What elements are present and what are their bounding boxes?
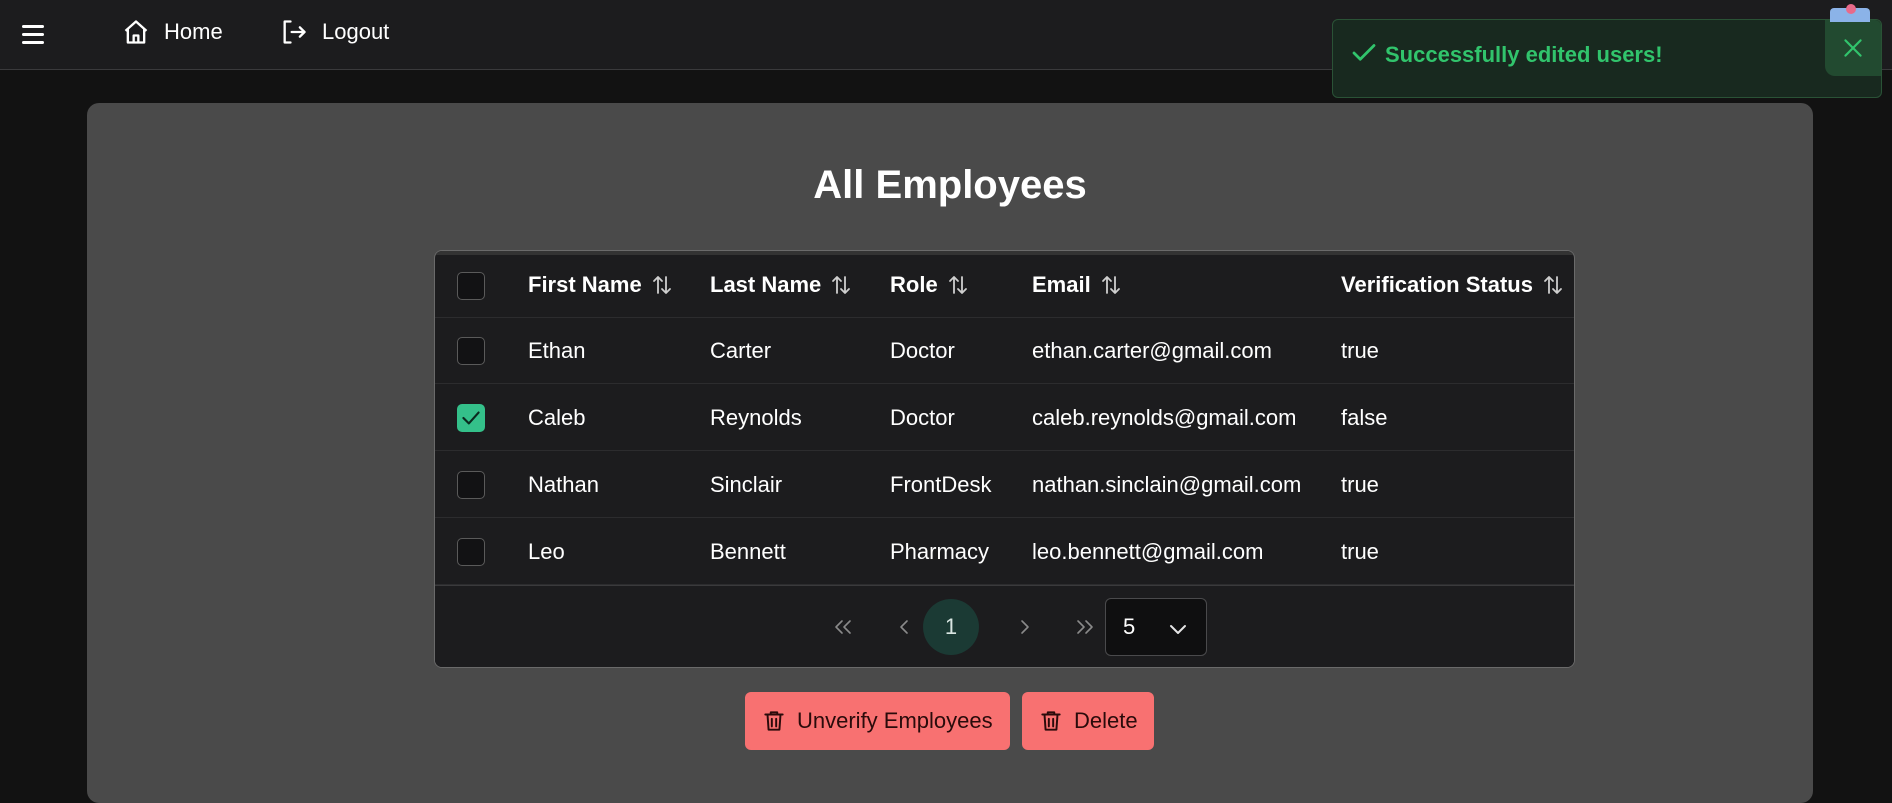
chevron-left-icon — [900, 620, 908, 634]
unverify-employees-label: Unverify Employees — [797, 708, 993, 733]
nav-logout-label: Logout — [322, 19, 390, 44]
column-header-first-name[interactable]: First Name — [528, 255, 674, 314]
first-page-button[interactable] — [815, 599, 871, 655]
cell-first-name: Caleb — [528, 404, 586, 430]
nav-logout-link[interactable]: Logout — [280, 16, 389, 48]
select-all-checkbox[interactable] — [457, 272, 485, 300]
page-title: All Employees — [813, 163, 1087, 207]
column-header-label: Role — [890, 271, 938, 297]
cell-last-name: Carter — [710, 337, 772, 363]
cell-email: caleb.reynolds@gmail.com — [1032, 404, 1297, 430]
sort-icon[interactable] — [650, 273, 674, 297]
table-row[interactable]: Ethan Carter Doctor ethan.carter@gmail.c… — [435, 317, 1574, 384]
column-header-role[interactable]: Role — [890, 255, 970, 314]
page-number-button[interactable]: 1 — [923, 599, 979, 655]
pagination-bar: 1 5 — [435, 585, 1574, 667]
cell-first-name: Ethan — [528, 337, 586, 363]
column-header-label: Email — [1032, 271, 1091, 297]
cell-last-name: Bennett — [710, 538, 786, 564]
checkmark-icon — [462, 411, 480, 425]
cell-last-name: Sinclair — [710, 471, 783, 497]
nav-home-label: Home — [164, 19, 223, 44]
delete-button[interactable]: Delete — [1022, 692, 1154, 750]
cell-role: FrontDesk — [890, 471, 992, 497]
check-icon — [1352, 44, 1376, 61]
cell-first-name: Leo — [528, 538, 565, 564]
cell-role: Doctor — [890, 404, 955, 430]
row-checkbox[interactable] — [457, 471, 485, 499]
cell-verification-status: true — [1341, 538, 1379, 564]
cell-role: Doctor — [890, 337, 955, 363]
cell-verification-status: true — [1341, 471, 1379, 497]
avatar[interactable] — [1830, 4, 1870, 22]
column-header-last-name[interactable]: Last Name — [710, 255, 853, 314]
cell-last-name: Reynolds — [710, 404, 802, 430]
column-header-email[interactable]: Email — [1032, 255, 1123, 314]
sort-icon[interactable] — [1099, 273, 1123, 297]
success-toast: Successfully edited users! — [1332, 19, 1882, 98]
sort-icon[interactable] — [1541, 273, 1565, 297]
row-checkbox[interactable] — [457, 337, 485, 365]
row-checkbox[interactable] — [457, 404, 485, 432]
cell-verification-status: true — [1341, 337, 1379, 363]
home-icon — [124, 20, 148, 44]
chevron-right-icon — [1021, 620, 1029, 634]
logout-icon — [283, 20, 306, 44]
unverify-employees-button[interactable]: Unverify Employees — [745, 692, 1010, 750]
cell-role: Pharmacy — [890, 538, 990, 564]
sort-icon[interactable] — [946, 273, 970, 297]
trash-icon — [764, 711, 784, 731]
employees-card: All Employees First Name Last Name Role … — [87, 103, 1813, 803]
employees-table: First Name Last Name Role Email Verifica… — [434, 250, 1575, 668]
toast-close-button[interactable] — [1825, 20, 1881, 76]
cell-email: nathan.sinclain@gmail.com — [1032, 471, 1302, 497]
delete-label: Delete — [1074, 708, 1138, 733]
column-header-label: Last Name — [710, 271, 822, 297]
double-chevron-left-icon — [835, 620, 851, 634]
toast-message: Successfully edited users! — [1385, 42, 1663, 67]
table-row[interactable]: Caleb Reynolds Doctor caleb.reynolds@gma… — [435, 384, 1574, 451]
table-row[interactable]: Nathan Sinclair FrontDesk nathan.sinclai… — [435, 451, 1574, 518]
close-icon — [1844, 39, 1862, 57]
nav-home-link[interactable]: Home — [122, 16, 223, 48]
rows-per-page-select[interactable]: 5 — [1105, 598, 1207, 656]
column-header-verification-status[interactable]: Verification Status — [1341, 255, 1565, 314]
sort-icon[interactable] — [829, 273, 853, 297]
rows-per-page-value: 5 — [1123, 614, 1136, 639]
cell-email: leo.bennett@gmail.com — [1032, 538, 1264, 564]
table-header-row: First Name Last Name Role Email Verifica… — [435, 251, 1574, 318]
next-page-button[interactable] — [997, 599, 1053, 655]
trash-icon — [1041, 711, 1061, 731]
column-header-label: First Name — [528, 271, 642, 297]
table-row[interactable]: Leo Bennett Pharmacy leo.bennett@gmail.c… — [435, 518, 1574, 585]
column-header-label: Verification Status — [1341, 271, 1533, 297]
row-checkbox[interactable] — [457, 538, 485, 566]
hamburger-menu-icon[interactable] — [22, 20, 50, 48]
chevron-down-icon — [1170, 625, 1186, 634]
cell-verification-status: false — [1341, 404, 1388, 430]
cell-first-name: Nathan — [528, 471, 599, 497]
double-chevron-right-icon — [1077, 620, 1093, 634]
cell-email: ethan.carter@gmail.com — [1032, 337, 1272, 363]
